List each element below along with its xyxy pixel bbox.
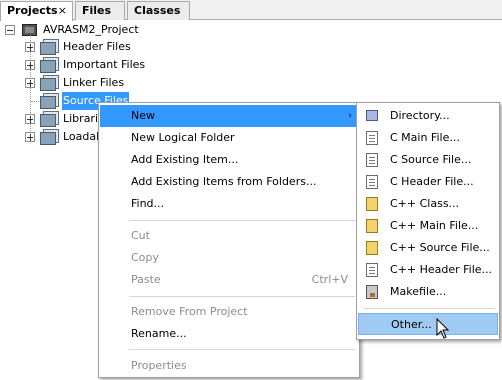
submenu-item-cpp-header-file[interactable]: C++ Header File... <box>358 259 498 281</box>
context-menu: New › New Logical Folder Add Existing It… <box>98 102 360 378</box>
menu-item-cut[interactable]: Cut <box>100 225 358 247</box>
menu-item-label: New Logical Folder <box>131 131 235 144</box>
submenu-item-other[interactable]: Other... <box>358 313 498 335</box>
menu-item-remove-from-project[interactable]: Remove From Project <box>100 301 358 323</box>
menu-item-label: Add Existing Item... <box>131 153 239 166</box>
submenu-item-label: C Header File... <box>390 175 474 188</box>
folder-icon <box>40 39 59 55</box>
submenu-item-cpp-source-file[interactable]: C++ Source File... <box>358 237 498 259</box>
submenu-item-makefile[interactable]: Makefile... <box>358 281 498 303</box>
tab-files-label: Files <box>82 4 112 17</box>
menu-item-label: Cut <box>131 229 150 242</box>
submenu-item-directory[interactable]: Directory... <box>358 105 498 127</box>
panel-tab-bar: Projects × Files Classes <box>0 0 502 21</box>
submenu-item-label: C++ Main File... <box>390 219 479 232</box>
menu-separator <box>129 349 355 350</box>
close-icon[interactable]: × <box>58 2 67 19</box>
collapse-toggle[interactable] <box>5 25 15 35</box>
menu-item-label: Properties <box>131 359 187 372</box>
folder-icon <box>40 129 59 145</box>
tree-item-linker-files[interactable]: Linker Files <box>0 74 200 92</box>
folder-icon <box>40 93 59 109</box>
submenu-item-label: Other... <box>391 318 432 331</box>
tab-projects[interactable]: Projects × <box>0 1 73 21</box>
tree-item-label: Important Files <box>63 58 146 71</box>
submenu-item-label: C Main File... <box>390 131 460 144</box>
cpp-class-icon <box>366 197 378 211</box>
tree-item-important-files[interactable]: Important Files <box>0 56 200 74</box>
directory-icon <box>366 110 378 121</box>
tree-guide-line <box>31 101 39 102</box>
menu-item-label: Paste <box>131 273 161 286</box>
menu-item-add-existing-item[interactable]: Add Existing Item... <box>100 149 358 171</box>
mouse-pointer-icon <box>436 318 450 339</box>
folder-icon <box>40 111 59 127</box>
submenu-item-c-main-file[interactable]: C Main File... <box>358 127 498 149</box>
menu-item-new[interactable]: New › <box>100 105 358 127</box>
tab-files[interactable]: Files <box>75 1 125 20</box>
c-file-icon <box>366 153 378 167</box>
header-file-icon <box>366 175 378 189</box>
menu-item-label: Remove From Project <box>131 305 248 318</box>
new-submenu: Directory... C Main File... C Source Fil… <box>356 102 500 340</box>
makefile-icon <box>366 285 378 299</box>
c-file-icon <box>366 131 378 145</box>
menu-item-label: Find... <box>131 197 165 210</box>
folder-icon <box>40 57 59 73</box>
cpp-file-icon <box>366 241 378 255</box>
expand-toggle[interactable] <box>25 114 35 124</box>
tab-projects-label: Projects <box>7 4 58 17</box>
menu-item-rename[interactable]: Rename... <box>100 323 358 345</box>
submenu-item-label: Makefile... <box>390 285 447 298</box>
submenu-item-label: C++ Class... <box>390 197 460 210</box>
submenu-item-label: C Source File... <box>390 153 472 166</box>
submenu-item-label: C++ Source File... <box>390 241 490 254</box>
header-file-icon <box>366 263 378 277</box>
submenu-arrow-icon: › <box>348 111 352 121</box>
cpp-file-icon <box>366 219 378 233</box>
menu-item-find[interactable]: Find... <box>100 193 358 215</box>
expand-toggle[interactable] <box>25 132 35 142</box>
menu-item-label: Add Existing Items from Folders... <box>131 175 317 188</box>
expand-toggle[interactable] <box>25 78 35 88</box>
tree-item-label: Header Files <box>63 40 131 53</box>
folder-icon <box>40 75 59 91</box>
menu-item-new-logical-folder[interactable]: New Logical Folder <box>100 127 358 149</box>
submenu-item-c-source-file[interactable]: C Source File... <box>358 149 498 171</box>
paste-shortcut: Ctrl+V <box>311 273 348 286</box>
tree-item-header-files[interactable]: Header Files <box>0 38 200 56</box>
menu-item-label: Rename... <box>131 327 187 340</box>
menu-item-paste[interactable]: Paste Ctrl+V <box>100 269 358 291</box>
tab-classes-label: Classes <box>134 4 181 17</box>
tab-classes[interactable]: Classes <box>127 1 190 20</box>
submenu-item-cpp-main-file[interactable]: C++ Main File... <box>358 215 498 237</box>
menu-separator <box>129 296 355 297</box>
expand-toggle[interactable] <box>25 42 35 52</box>
submenu-item-label: C++ Header File... <box>390 263 493 276</box>
project-name: AVRASM2_Project <box>43 23 139 36</box>
submenu-item-cpp-class[interactable]: C++ Class... <box>358 193 498 215</box>
expand-toggle[interactable] <box>25 60 35 70</box>
submenu-item-label: Directory... <box>390 109 450 122</box>
tree-item-label: Linker Files <box>63 76 125 89</box>
submenu-item-c-header-file[interactable]: C Header File... <box>358 171 498 193</box>
menu-separator <box>129 220 355 221</box>
menu-item-copy[interactable]: Copy <box>100 247 358 269</box>
menu-item-label: Copy <box>131 251 159 264</box>
menu-separator <box>363 308 495 309</box>
menu-item-properties[interactable]: Properties <box>100 355 358 377</box>
menu-item-label: New <box>131 109 155 122</box>
menu-item-add-existing-items-from-folders[interactable]: Add Existing Items from Folders... <box>100 171 358 193</box>
